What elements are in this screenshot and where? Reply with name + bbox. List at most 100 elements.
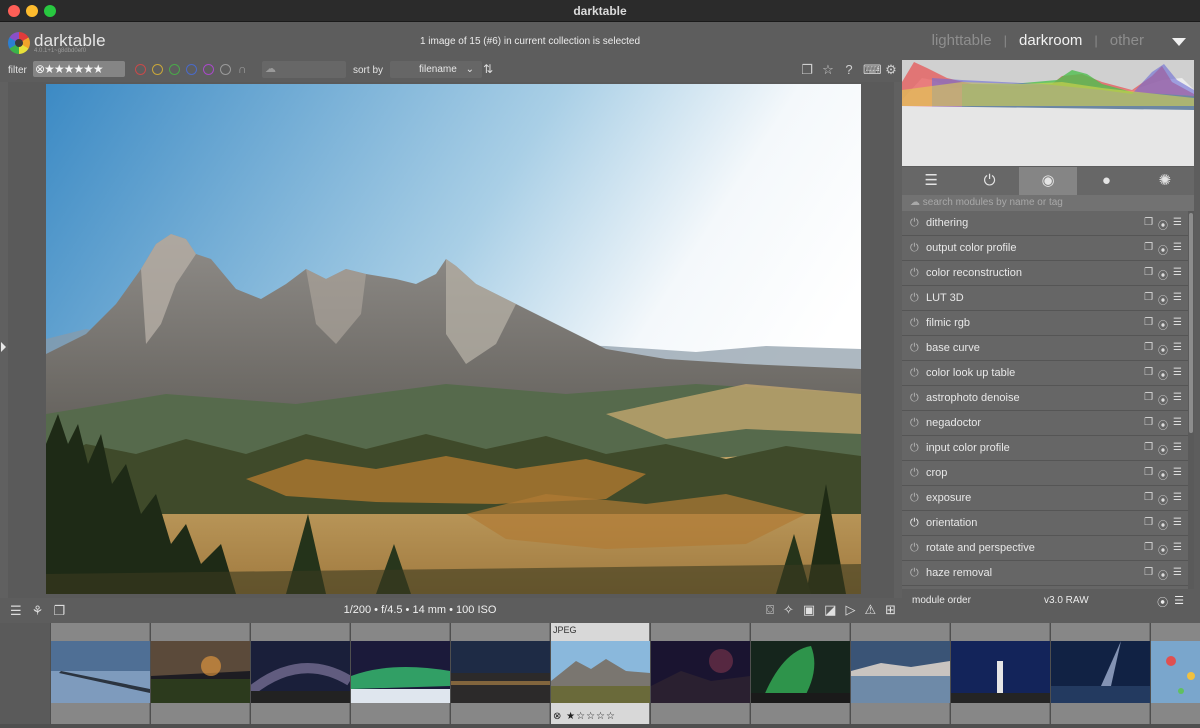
power-icon[interactable]: ⏻ — [960, 167, 1018, 195]
view-lighttable[interactable]: lighttable — [932, 32, 992, 49]
presets-icon[interactable]: ☰ — [1174, 594, 1184, 610]
filmstrip-thumbnail[interactable] — [851, 623, 950, 724]
module-row[interactable]: ⏻ negadoctor ❐ ⦿ ☰ — [902, 411, 1188, 436]
module-power-icon[interactable]: ⏻ — [910, 542, 919, 555]
color-label-green-icon[interactable] — [169, 64, 180, 75]
module-row[interactable]: ⏻ haze removal ❐ ⦿ ☰ — [902, 561, 1188, 586]
module-power-icon[interactable]: ⏻ — [910, 567, 919, 580]
multi-instance-icon[interactable]: ❐ — [1144, 467, 1153, 482]
reset-icon[interactable]: ⦿ — [1157, 594, 1168, 610]
sliders-icon[interactable]: ☰ — [902, 167, 960, 195]
color-label-purple-icon[interactable] — [203, 64, 214, 75]
multi-instance-icon[interactable]: ❐ — [1144, 317, 1153, 332]
module-row[interactable]: ⏻ input color profile ❐ ⦿ ☰ — [902, 436, 1188, 461]
module-row[interactable]: ⏻ orientation ❐ ⦿ ☰ — [902, 511, 1188, 536]
scrollbar-thumb[interactable] — [1189, 213, 1193, 433]
module-power-icon[interactable]: ⏻ — [910, 367, 919, 380]
reset-icon[interactable]: ⦿ — [1158, 242, 1168, 257]
base-group-icon[interactable]: ◉ — [1018, 167, 1078, 195]
reset-icon[interactable]: ⦿ — [1158, 492, 1168, 507]
quick-presets-icon[interactable]: ☰ — [10, 603, 22, 619]
clipping-icon[interactable]: ◪ — [824, 602, 836, 618]
filmstrip-thumbnail[interactable] — [251, 623, 350, 724]
filmstrip-thumbnail[interactable]: JPEG ⊗ ★☆☆☆☆ — [551, 623, 650, 724]
reset-icon[interactable]: ⦿ — [1158, 292, 1168, 307]
module-order-value[interactable]: v3.0 RAW — [1044, 595, 1089, 606]
module-power-icon[interactable]: ⏻ — [910, 342, 919, 355]
star-icon[interactable]: ☆ — [821, 62, 835, 78]
sort-order-icon[interactable]: ⇅ — [483, 62, 493, 76]
photo-preview[interactable] — [46, 84, 861, 594]
multi-instance-icon[interactable]: ❐ — [1144, 442, 1153, 457]
multi-instance-icon[interactable]: ❐ — [1144, 242, 1153, 257]
module-row[interactable]: ⏻ crop ❐ ⦿ ☰ — [902, 461, 1188, 486]
second-window-icon[interactable]: ❐ — [53, 603, 65, 619]
multi-instance-icon[interactable]: ❐ — [1144, 492, 1153, 507]
reset-icon[interactable]: ⦿ — [1158, 217, 1168, 232]
histogram[interactable] — [902, 60, 1194, 166]
module-row[interactable]: ⏻ dithering ❐ ⦿ ☰ — [902, 211, 1188, 236]
views-dropdown-arrow-icon[interactable] — [1172, 38, 1186, 46]
filmstrip-thumbnail[interactable] — [1051, 623, 1150, 724]
gamut-check-icon[interactable]: ⚠ — [864, 602, 876, 618]
module-power-icon[interactable]: ⏻ — [910, 517, 919, 530]
filmstrip-thumbnail[interactable] — [651, 623, 750, 724]
reset-icon[interactable]: ⦿ — [1158, 467, 1168, 482]
color-wheel-icon[interactable]: ● — [1077, 167, 1135, 195]
module-power-icon[interactable]: ⏻ — [910, 492, 919, 505]
filmstrip-thumbnail[interactable] — [51, 623, 150, 724]
presets-icon[interactable]: ☰ — [1173, 542, 1182, 557]
reset-icon[interactable]: ⦿ — [1158, 442, 1168, 457]
color-label-yellow-icon[interactable] — [152, 64, 163, 75]
filmstrip-thumbnail[interactable] — [951, 623, 1050, 724]
module-row[interactable]: ⏻ rotate and perspective ❐ ⦿ ☰ — [902, 536, 1188, 561]
presets-icon[interactable]: ☰ — [1173, 342, 1182, 357]
module-power-icon[interactable]: ⏻ — [910, 317, 919, 330]
sort-field-dropdown[interactable]: filename ⌄ — [390, 61, 482, 78]
reset-icon[interactable]: ⦿ — [1158, 267, 1168, 282]
view-other[interactable]: other — [1110, 32, 1144, 49]
styles-icon[interactable]: ⚘ — [32, 603, 44, 619]
multi-instance-icon[interactable]: ❐ — [1144, 367, 1153, 382]
presets-icon[interactable]: ☰ — [1173, 217, 1182, 232]
collapse-left-panel-arrow-icon[interactable] — [1, 342, 6, 352]
thumbnail-star-rating[interactable]: ⊗ ★☆☆☆☆ — [553, 711, 616, 722]
module-power-icon[interactable]: ⏻ — [910, 292, 919, 305]
module-power-icon[interactable]: ⏻ — [910, 417, 919, 430]
presets-icon[interactable]: ☰ — [1173, 417, 1182, 432]
filmstrip-thumbnail[interactable] — [1151, 623, 1200, 724]
module-row[interactable]: ⏻ filmic rgb ❐ ⦿ ☰ — [902, 311, 1188, 336]
multi-instance-icon[interactable]: ❐ — [1144, 542, 1153, 557]
module-list-scrollbar[interactable] — [1188, 211, 1194, 589]
view-darkroom[interactable]: darkroom — [1019, 32, 1082, 49]
presets-icon[interactable]: ☰ — [1173, 242, 1182, 257]
multi-instance-icon[interactable]: ❐ — [1144, 292, 1153, 307]
module-row[interactable]: ⏻ exposure ❐ ⦿ ☰ — [902, 486, 1188, 511]
grouping-icon[interactable]: ❐ — [800, 62, 814, 78]
reset-icon[interactable]: ⦿ — [1158, 417, 1168, 432]
keyboard-shortcuts-icon[interactable]: ⌨ — [863, 62, 882, 78]
multi-instance-icon[interactable]: ❐ — [1144, 217, 1153, 232]
module-power-icon[interactable]: ⏻ — [910, 267, 919, 280]
image-view-area[interactable] — [8, 82, 894, 616]
color-label-blue-icon[interactable] — [186, 64, 197, 75]
filmstrip-thumbnail[interactable] — [451, 623, 550, 724]
module-row[interactable]: ⏻ LUT 3D ❐ ⦿ ☰ — [902, 286, 1188, 311]
focus-peaking-icon[interactable]: ⌼ — [766, 602, 774, 618]
module-power-icon[interactable]: ⏻ — [910, 242, 919, 255]
reset-icon[interactable]: ⦿ — [1158, 367, 1168, 382]
module-row[interactable]: ⏻ color look up table ❐ ⦿ ☰ — [902, 361, 1188, 386]
raw-overexposed-icon[interactable]: ▣ — [803, 602, 815, 618]
reset-icon[interactable]: ⦿ — [1158, 317, 1168, 332]
help-icon[interactable]: ? — [842, 62, 856, 78]
presets-icon[interactable]: ☰ — [1173, 467, 1182, 482]
presets-icon[interactable]: ☰ — [1173, 517, 1182, 532]
module-power-icon[interactable]: ⏻ — [910, 467, 919, 480]
multi-instance-icon[interactable]: ❐ — [1144, 342, 1153, 357]
color-label-red-icon[interactable] — [135, 64, 146, 75]
guides-icon[interactable]: ⊞ — [885, 602, 896, 618]
presets-icon[interactable]: ☰ — [1173, 267, 1182, 282]
rating-filter[interactable]: ⊗★★★★★★ — [33, 61, 125, 77]
multi-instance-icon[interactable]: ❐ — [1144, 417, 1153, 432]
color-label-any-icon[interactable] — [220, 64, 231, 75]
